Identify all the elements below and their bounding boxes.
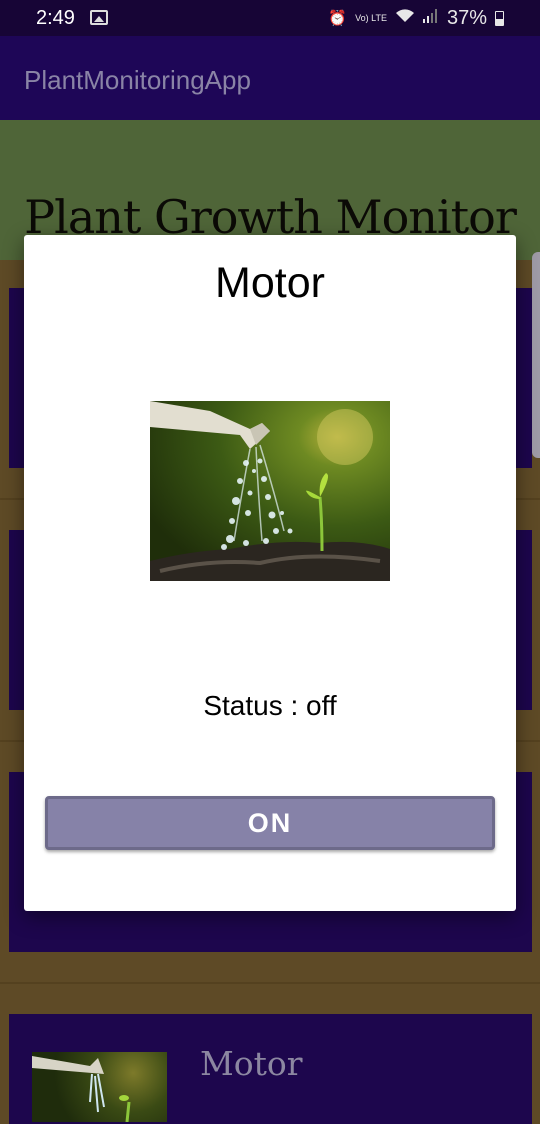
app-title: PlantMonitoringApp [24, 65, 251, 95]
battery-percent: 37% [446, 6, 487, 29]
gallery-icon [90, 10, 108, 25]
dialog-title: Motor [215, 259, 325, 307]
motor-dialog: Motor Status: off ON [24, 235, 516, 911]
alarm-icon: ⏰ [328, 10, 348, 27]
motor-status-text: Status : off [203, 690, 337, 721]
app-bar: PlantMonitoringApp [0, 36, 540, 120]
status-time: 2:49 [36, 7, 75, 29]
battery-icon [495, 10, 504, 26]
status-icons: ⏰ Vo) LTE 37% [328, 6, 504, 30]
side-edge [532, 252, 540, 458]
watering-can-image [150, 401, 390, 581]
motor-on-button[interactable]: ON [45, 796, 495, 850]
wifi-icon [395, 8, 415, 28]
motor-card-label: Motor [200, 1044, 303, 1083]
motor-thumbnail-image [32, 1052, 167, 1122]
status-bar: 2:49 ⏰ Vo) LTE 37% [0, 0, 540, 36]
signal-icon [422, 9, 439, 27]
volte-icon: Vo) LTE [355, 12, 387, 23]
divider [0, 982, 540, 984]
